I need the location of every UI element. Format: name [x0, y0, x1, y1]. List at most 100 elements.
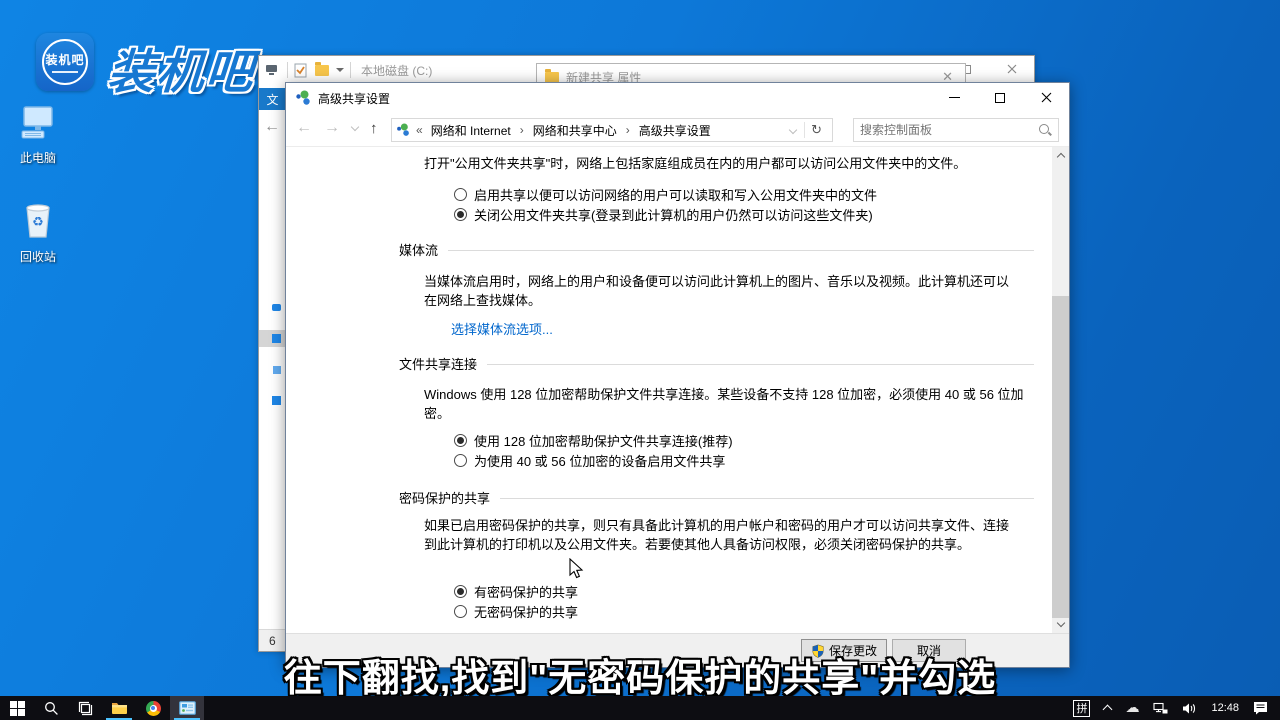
password-protected-body: 如果已启用密码保护的共享，则只有具备此计算机的用户帐户和密码的用户才可以访问共享…: [424, 516, 1020, 554]
chrome-icon: [146, 701, 161, 716]
taskbar-file-explorer[interactable]: [102, 696, 136, 720]
maximize-button[interactable]: [977, 83, 1023, 112]
media-streaming-body: 当媒体流启用时，网络上的用户和设备便可以访问此计算机上的图片、音乐以及视频。此计…: [424, 272, 1016, 310]
onedrive-tray-icon[interactable]: ☁: [1118, 696, 1146, 720]
search-input[interactable]: [854, 123, 1038, 137]
minimize-button[interactable]: [931, 83, 977, 112]
back-arrow-icon[interactable]: ←: [296, 119, 312, 137]
radio-enable-public-sharing[interactable]: 启用共享以便可以访问网络的用户可以读取和写入公用文件夹中的文件: [454, 184, 877, 204]
network-tray-icon[interactable]: [1146, 696, 1175, 720]
volume-tray-icon[interactable]: [1175, 696, 1204, 720]
brand-badge-icon: 装机吧: [36, 33, 94, 91]
radio-label: 使用 128 位加密帮助保护文件共享连接(推荐): [474, 431, 733, 450]
section-rule: [487, 364, 1034, 365]
address-dropdown-icon[interactable]: [789, 126, 797, 134]
clock[interactable]: 12:48: [1204, 696, 1246, 720]
file-sharing-body: Windows 使用 128 位加密帮助保护文件共享连接。某些设备不支持 128…: [424, 385, 1042, 423]
chevron-up-icon: [1103, 705, 1113, 715]
computer-icon: [265, 63, 281, 77]
section-media-streaming: 媒体流: [399, 240, 1034, 259]
breadcrumb-item[interactable]: 高级共享设置: [637, 122, 713, 139]
up-arrow-icon[interactable]: ↑: [370, 120, 378, 137]
brand-badge-circle: 装机吧: [42, 39, 88, 85]
back-arrow-icon[interactable]: ←: [264, 118, 280, 136]
brand-logo: 装机吧 装机吧: [36, 33, 255, 102]
recycle-bin-icon: ♻: [20, 200, 56, 240]
computer-icon: [18, 105, 58, 141]
taskbar-control-panel[interactable]: [170, 696, 204, 720]
window-title: 高级共享设置: [318, 90, 390, 107]
breadcrumb-item[interactable]: 网络和共享中心: [531, 122, 619, 139]
radio-icon[interactable]: [454, 454, 467, 467]
close-icon: [1041, 92, 1052, 103]
radio-disable-public-sharing[interactable]: 关闭公用文件夹共享(登录到此计算机的用户仍然可以访问这些文件夹): [454, 204, 873, 224]
address-bar-right: ↻: [788, 122, 828, 138]
section-header: 密码保护的共享: [399, 488, 490, 507]
tray-expand-button[interactable]: [1097, 696, 1118, 720]
radio-icon[interactable]: [454, 188, 467, 201]
cloud-icon: ☁: [1125, 700, 1139, 716]
breadcrumb-prefix: «: [416, 123, 423, 137]
action-center-button[interactable]: [1246, 696, 1280, 720]
taskbar-chrome[interactable]: [136, 696, 170, 720]
breadcrumb-item[interactable]: 网络和 Internet: [429, 122, 513, 139]
taskbar-search-button[interactable]: [34, 696, 68, 720]
window-titlebar[interactable]: 高级共享设置: [286, 83, 1069, 113]
network-icon: [1153, 702, 1168, 715]
scroll-up-button[interactable]: [1052, 147, 1069, 164]
section-password-protected: 密码保护的共享: [399, 488, 1034, 507]
task-view-button[interactable]: [68, 696, 102, 720]
nav-pane-fragment: [272, 304, 281, 311]
file-menu-button[interactable]: 文: [259, 88, 286, 110]
close-button[interactable]: [1023, 83, 1069, 112]
media-streaming-link[interactable]: 选择媒体流选项...: [451, 319, 553, 338]
nav-pane-fragment: [272, 334, 281, 343]
radio-password-sharing-off[interactable]: 无密码保护的共享: [454, 601, 578, 621]
history-dropdown-icon[interactable]: [351, 122, 359, 130]
video-subtitle: 往下翻找,找到"无密码保护的共享"并勾选: [0, 647, 1280, 702]
control-panel-window-icon: [179, 701, 196, 715]
radio-icon[interactable]: [454, 605, 467, 618]
section-file-sharing: 文件共享连接: [399, 354, 1034, 373]
properties-check-icon[interactable]: [294, 63, 307, 78]
desktop-icon-recycle-bin[interactable]: ♻ 回收站: [1, 200, 75, 265]
forward-arrow-icon[interactable]: →: [324, 119, 340, 137]
ime-indicator[interactable]: 拼: [1066, 696, 1097, 720]
search-icon[interactable]: [1038, 123, 1052, 137]
folder-icon: [545, 72, 559, 83]
mouse-cursor: [568, 558, 586, 580]
scroll-down-button[interactable]: [1052, 616, 1069, 633]
radio-icon[interactable]: [454, 208, 467, 221]
nav-pane-fragment: [273, 366, 281, 374]
navigation-bar: ← → ↑ « 网络和 Internet › 网络和共享中心 › 高级共享设置: [286, 113, 1069, 147]
taskbar-tray: 拼 ☁ 12:48: [1066, 696, 1280, 720]
brand-logo-text: 装机吧: [106, 33, 258, 102]
qat-dropdown-icon[interactable]: [336, 68, 344, 72]
window-controls: [931, 83, 1069, 112]
start-button[interactable]: [0, 696, 34, 720]
search-box[interactable]: [853, 118, 1059, 142]
ime-label: 拼: [1076, 700, 1087, 716]
divider: [287, 62, 288, 78]
nav-pane-fragment: [272, 396, 281, 405]
radio-icon[interactable]: [454, 434, 467, 447]
sharing-center-icon: [396, 123, 410, 137]
radio-label: 启用共享以便可以访问网络的用户可以读取和写入公用文件夹中的文件: [474, 185, 877, 204]
section-rule: [448, 250, 1034, 251]
address-bar[interactable]: « 网络和 Internet › 网络和共享中心 › 高级共享设置 ↻: [391, 118, 833, 142]
radio-icon[interactable]: [454, 585, 467, 598]
advanced-sharing-window: 高级共享设置 ← → ↑: [285, 82, 1070, 668]
section-rule: [500, 498, 1034, 499]
desktop-icon-this-pc[interactable]: 此电脑: [1, 105, 75, 166]
chevron-down-icon: [1056, 619, 1064, 627]
vertical-scrollbar[interactable]: [1052, 147, 1069, 633]
radio-128bit-encryption[interactable]: 使用 128 位加密帮助保护文件共享连接(推荐): [454, 430, 733, 450]
refresh-icon[interactable]: ↻: [804, 122, 828, 138]
brand-badge-underline: [52, 71, 78, 73]
radio-40-56bit-encryption[interactable]: 为使用 40 或 56 位加密的设备启用文件共享: [454, 450, 725, 470]
scrollbar-thumb[interactable]: [1052, 296, 1069, 618]
close-button[interactable]: [989, 56, 1034, 82]
new-folder-icon[interactable]: [315, 65, 329, 76]
radio-password-sharing-on[interactable]: 有密码保护的共享: [454, 581, 578, 601]
chevron-up-icon: [1056, 153, 1064, 161]
